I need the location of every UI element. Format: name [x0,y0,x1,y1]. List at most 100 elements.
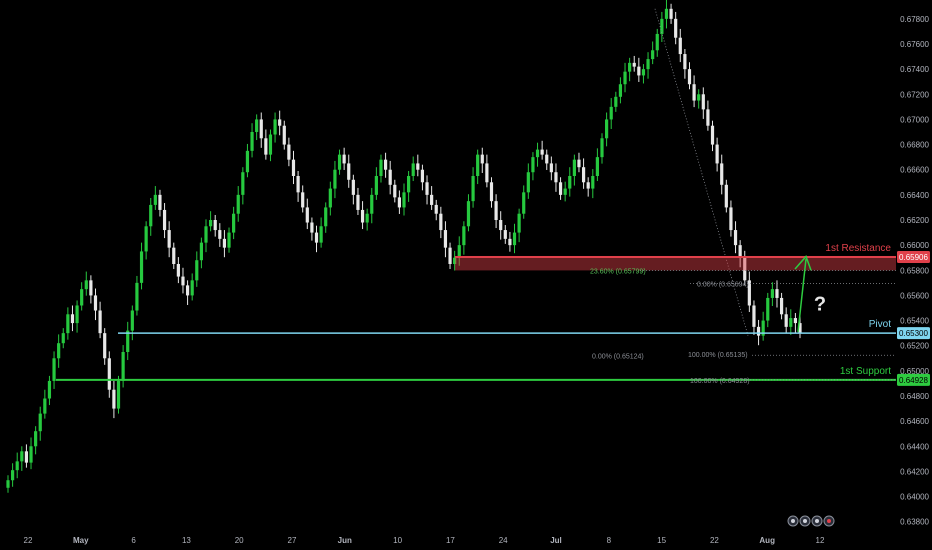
candle-body [494,201,498,220]
candle-body [374,176,378,195]
candle-body [130,310,134,331]
candle-body [34,431,38,447]
candle-body [287,144,291,160]
candle-body [411,163,415,176]
candle-body [687,69,692,85]
candle-body [11,470,15,481]
candle-body [628,62,632,72]
price-tag-text: 0.65906 [899,253,928,262]
x-tick-label: 10 [393,536,402,545]
candle-body [563,188,567,195]
candle-body [779,297,784,315]
candle-body [255,119,259,132]
candle-body [301,192,305,208]
candle-body [416,163,420,170]
candle-body [181,276,185,286]
level-label: 1st Support [840,366,891,377]
candle-body [149,204,153,227]
candle-body [38,413,42,432]
candle-body [273,119,277,135]
candle-body [586,182,590,189]
candle-body [651,50,655,60]
y-tick-label: 0.65600 [900,291,929,300]
candle-body [89,280,93,296]
candle-body [167,230,171,248]
question-annotation: ? [814,294,826,316]
candle-body [268,134,273,155]
x-tick-label: 8 [607,536,612,545]
candle-body [47,380,52,399]
y-tick-label: 0.64800 [900,392,929,401]
level-label: Pivot [869,319,891,330]
candle-body [407,176,411,193]
candle-body [430,194,434,205]
candle-body [291,159,296,176]
candle-body [222,238,227,248]
candle-body [57,343,61,359]
candle-body [232,213,236,233]
candle-body [600,138,604,158]
candle-body [319,226,323,243]
candle-body [476,154,480,176]
candle-body [632,62,636,67]
x-tick-label: 24 [499,536,508,545]
candle-body [558,182,563,195]
candle-body [383,159,388,170]
candle-body [162,209,167,231]
resistance-zone[interactable] [455,255,896,271]
candle-body [489,182,494,202]
candle-body [733,230,738,246]
candle-body [199,242,203,261]
candle-body [264,138,268,155]
y-tick-label: 0.64400 [900,442,929,451]
candle-body [462,226,466,246]
x-tick-label: 22 [710,536,719,545]
x-tick-label: 12 [816,536,825,545]
candle-body [664,8,669,19]
candle-body [674,18,678,38]
candle-body [738,245,742,258]
y-tick-label: 0.63800 [900,518,929,527]
candle-body [581,167,586,183]
y-tick-label: 0.64000 [900,493,929,502]
candle-body [784,314,788,327]
price-axis[interactable]: 0.67800 0.67600 0.67400 0.67200 0.67000 0.668… [900,15,929,527]
candle-body [535,149,540,158]
candle-body [531,157,535,173]
y-tick-label: 0.67400 [900,65,929,74]
fib-label: 0.00% (0.65694) [697,282,749,289]
candle-body [526,172,530,193]
candle-body [190,280,194,296]
candle-body [250,132,254,151]
candle-body [522,192,526,214]
candle-body [112,389,116,409]
candle-body [591,176,595,189]
candle-body [333,169,337,189]
candle-body [185,285,190,296]
y-tick-label: 0.66200 [900,216,929,225]
candle-body [618,84,623,97]
candle-body [241,172,245,195]
candle-body [84,280,88,290]
candle-body [324,207,328,227]
candle-body [158,194,162,210]
candle-body [697,94,701,101]
candle-body [715,144,719,164]
price-chart[interactable]: 0.67800 0.67600 0.67400 0.67200 0.67000 0.668… [0,0,932,550]
candle-body [434,204,438,214]
x-tick-label: May [73,536,89,545]
candle-body [793,318,797,324]
candle-body [540,149,544,155]
candle-body [572,159,576,176]
candle-body [70,314,75,324]
flag-glyph [827,519,831,523]
y-tick-label: 0.66000 [900,241,929,250]
candle-body [393,184,397,198]
x-tick-label: 15 [657,536,666,545]
candle-body [227,232,231,248]
candle-body [172,247,176,264]
candle-body [347,163,351,180]
candle-body [466,201,471,227]
candle-body [278,119,282,126]
candle-body [259,119,263,139]
